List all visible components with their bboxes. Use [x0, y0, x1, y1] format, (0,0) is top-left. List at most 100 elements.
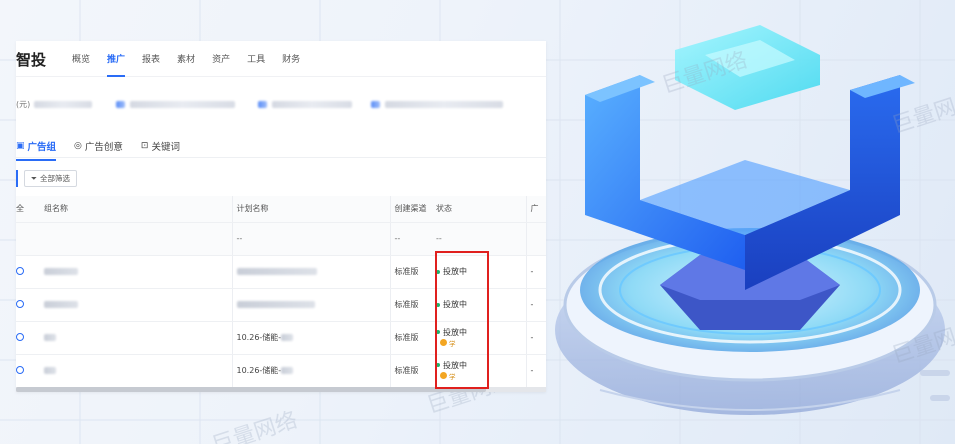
filter-button-label: 全部筛选: [40, 174, 70, 183]
account-summary: (元): [16, 99, 546, 113]
extra-cell: -: [525, 288, 546, 322]
table-row: 10.26-储能- 标准版 投放中 学 -: [16, 354, 546, 388]
filter-cell: --: [432, 222, 526, 256]
scrollbar-thumb[interactable]: [16, 387, 486, 392]
row-select[interactable]: [16, 321, 40, 355]
table-row: 10.26-储能- 标准版 投放中 学 -: [16, 321, 546, 355]
blurred-group-name: [44, 301, 78, 308]
group-name-cell[interactable]: [40, 288, 232, 322]
nav-overview[interactable]: 概览: [72, 52, 90, 65]
nav-assets[interactable]: 资产: [212, 52, 230, 65]
filter-all-button[interactable]: ⏷ 全部筛选: [24, 170, 77, 187]
row-radio[interactable]: [16, 332, 24, 341]
column-header-more[interactable]: 广: [525, 196, 546, 223]
table-filter-row: -- -- --: [16, 222, 546, 256]
group-name-cell[interactable]: [40, 255, 232, 289]
nav-tools[interactable]: 工具: [247, 52, 265, 65]
plan-name-cell[interactable]: 10.26-储能-: [231, 354, 390, 388]
column-header-status[interactable]: 状态: [432, 196, 526, 223]
horizontal-scrollbar[interactable]: [16, 387, 546, 392]
learning-badge: 学: [440, 371, 456, 381]
extra-cell: -: [525, 354, 546, 388]
tab-label: 关键词: [151, 142, 180, 153]
main-nav: 概览 推广 报表 素材 资产 工具 财务: [72, 52, 317, 77]
table-header-row: 全 组名称 计划名称 创建渠道 状态 广: [16, 196, 546, 223]
table-row: 标准版 投放中 -: [16, 288, 546, 322]
status-cell: 投放中: [432, 288, 526, 322]
table-row: 标准版 投放中 -: [16, 255, 546, 289]
column-header-select[interactable]: 全: [16, 196, 40, 223]
tab-label: 广告创意: [84, 142, 123, 153]
extra-cell: -: [525, 255, 546, 289]
filter-cell: --: [231, 222, 390, 256]
filter-cell: --: [389, 222, 432, 256]
status-dot-icon: [436, 363, 440, 368]
ad-group-table: 全 组名称 计划名称 创建渠道 状态 广 -- -- -- 标准版 投放中 - …: [16, 196, 546, 388]
tab-ad-creative[interactable]: ◎ 广告创意: [74, 139, 123, 153]
row-select[interactable]: [16, 255, 40, 289]
lightbulb-icon: ◎: [74, 141, 82, 151]
group-name-cell[interactable]: [40, 321, 232, 355]
selection-marker: [16, 170, 18, 187]
blurred-plan-name: [236, 268, 317, 275]
plan-name-text: 10.26-储能-: [236, 333, 282, 342]
nav-materials[interactable]: 素材: [177, 52, 195, 65]
blurred-value: [130, 101, 235, 108]
blurred-plan-name: [236, 301, 315, 308]
learning-label: 学: [449, 372, 456, 381]
blurred-group-name: [44, 367, 56, 374]
blurred-plan-name: [281, 334, 294, 341]
table-cell: [40, 222, 232, 256]
status-cell: 投放中 学: [432, 354, 526, 388]
group-name-cell[interactable]: [40, 354, 232, 388]
ad-manager-panel: 智投 概览 推广 报表 素材 资产 工具 财务 (元) ▣ 广告组 ◎ 广告创意: [16, 41, 546, 392]
blurred-icon: [371, 101, 380, 108]
status-text: 投放中: [443, 327, 467, 337]
blurred-value: [385, 101, 503, 108]
tab-ad-group[interactable]: ▣ 广告组: [16, 139, 57, 161]
learning-badge: 学: [440, 338, 456, 348]
plan-name-cell[interactable]: [231, 288, 390, 322]
status-text: 投放中: [443, 300, 467, 309]
nav-promotion[interactable]: 推广: [107, 52, 126, 77]
nav-finance[interactable]: 财务: [282, 52, 300, 65]
plan-name-cell[interactable]: [231, 255, 390, 289]
blurred-icon: [258, 101, 267, 108]
blurred-group-name: [44, 334, 56, 341]
status-cell: 投放中: [432, 255, 526, 289]
table-cell: [16, 222, 40, 256]
status-text: 投放中: [443, 360, 467, 370]
filter-icon: ⏷: [31, 173, 37, 183]
nav-reports[interactable]: 报表: [142, 52, 160, 65]
tab-keywords[interactable]: ⊡ 关键词: [141, 139, 180, 153]
row-select[interactable]: [16, 288, 40, 322]
plan-name-cell[interactable]: 10.26-储能-: [231, 321, 390, 355]
blurred-value: [34, 101, 92, 108]
row-radio[interactable]: [16, 266, 24, 275]
clock-icon: [440, 339, 447, 347]
keyword-icon: ⊡: [140, 141, 149, 151]
channel-cell: 标准版: [389, 288, 432, 322]
status-cell: 投放中 学: [432, 321, 526, 355]
blurred-group-name: [44, 268, 78, 275]
column-header-group-name[interactable]: 组名称: [40, 196, 232, 223]
extra-cell: -: [525, 321, 546, 355]
brand-title: 智投: [16, 51, 47, 69]
status-text: 投放中: [443, 267, 467, 276]
channel-cell: 标准版: [389, 255, 432, 289]
row-radio[interactable]: [16, 299, 24, 308]
blurred-plan-name: [281, 367, 294, 374]
row-radio[interactable]: [16, 365, 24, 374]
row-select[interactable]: [16, 354, 40, 388]
summary-unit-label: (元): [16, 100, 31, 109]
clock-icon: [440, 372, 447, 380]
ad-group-icon: ▣: [16, 141, 25, 151]
table-cell: [525, 222, 546, 256]
blurred-icon: [116, 101, 125, 108]
channel-cell: 标准版: [389, 321, 432, 355]
status-dot-icon: [436, 269, 440, 274]
content-tabs: ▣ 广告组 ◎ 广告创意 ⊡ 关键词: [16, 139, 198, 161]
column-header-channel[interactable]: 创建渠道: [389, 196, 432, 223]
column-header-plan-name[interactable]: 计划名称: [231, 196, 390, 223]
top-navigation-bar: 智投 概览 推广 报表 素材 资产 工具 财务: [16, 41, 546, 77]
